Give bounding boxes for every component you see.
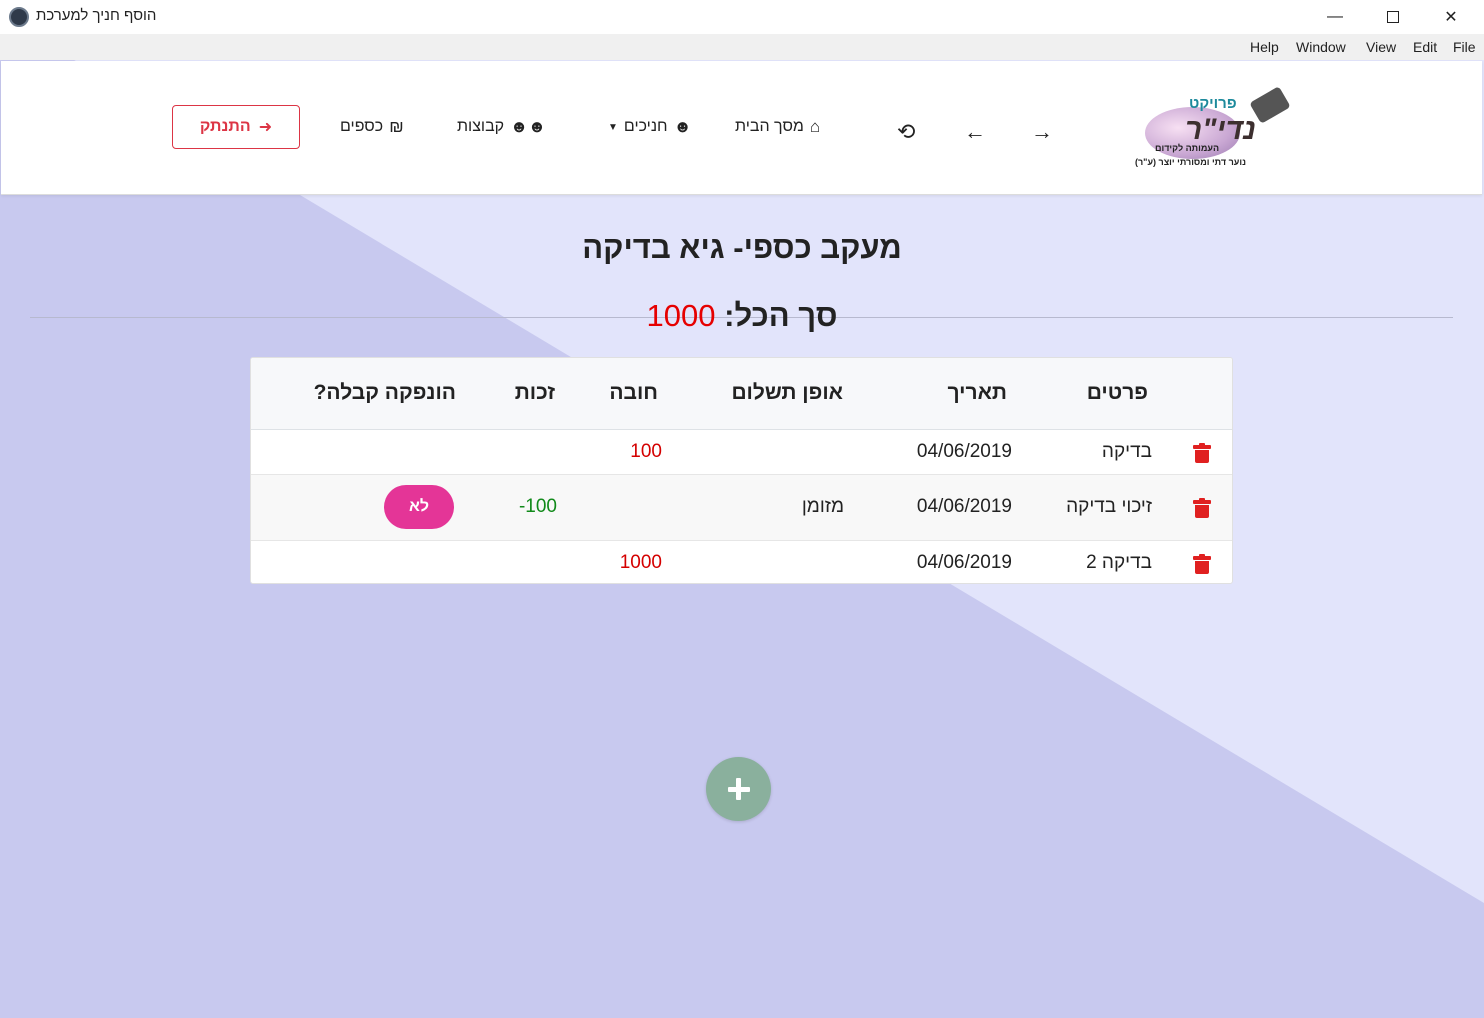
window-titlebar: הוסף חניך למערכת — ✕	[0, 0, 1484, 34]
table-row: זיכוי בדיקה 04/06/2019 מזומן 100- לא	[251, 475, 1232, 541]
cell-date: 04/06/2019	[916, 496, 1012, 517]
logo-brand-top: פרויקט	[1189, 95, 1237, 112]
menu-edit[interactable]: Edit	[1413, 39, 1437, 55]
app-icon	[9, 7, 29, 27]
cell-payment-method: מזומן	[801, 496, 844, 517]
close-button[interactable]: ✕	[1428, 0, 1474, 34]
menu-window[interactable]: Window	[1296, 39, 1346, 55]
table-row: בדיקה 2 04/06/2019 1000	[251, 541, 1232, 583]
cell-details: בדיקה 2	[1086, 552, 1152, 573]
shekel-icon: ₪	[389, 117, 404, 136]
back-arrow-icon[interactable]: ←	[964, 119, 986, 145]
header-credit: זכות	[514, 381, 555, 404]
nav-groups-label: קבוצות	[457, 118, 505, 135]
cell-date: 04/06/2019	[916, 552, 1012, 573]
nav-trainees-label: חניכים	[623, 118, 668, 135]
close-icon: ✕	[1444, 9, 1458, 26]
header-receipt: הונפקה קבלה?	[313, 381, 456, 404]
window-title: הוסף חניך למערכת	[36, 7, 157, 24]
menu-help[interactable]: Help	[1250, 39, 1279, 55]
nav-groups[interactable]: ☻☻ קבוצות	[457, 117, 546, 137]
logo-tagline-2: נוער דתי ומסורתי יוצר (ע"ר)	[1135, 157, 1246, 167]
logo[interactable]: פרויקט נדי"ר העמותה לקידום נוער דתי ומסו…	[1125, 85, 1295, 175]
navbar: פרויקט נדי"ר העמותה לקידום נוער דתי ומסו…	[1, 61, 1482, 195]
header-debt: חובה	[609, 381, 658, 404]
maximize-icon	[1387, 11, 1399, 23]
header-payment-method: אופן תשלום	[731, 381, 843, 404]
logout-label: התנתק	[199, 118, 251, 135]
total-summary: סך הכל: 1000	[0, 298, 1484, 334]
app-content: פרויקט נדי"ר העמותה לקידום נוער דתי ומסו…	[0, 60, 1484, 1018]
cell-credit: 100-	[518, 496, 557, 517]
total-label: סך הכל:	[724, 298, 838, 333]
finance-table: פרטים תאריך אופן תשלום חובה זכות הונפקה …	[250, 357, 1233, 584]
cell-details: זיכוי בדיקה	[1066, 496, 1152, 517]
nav-trainees-dropdown[interactable]: ☻ חניכים ▼	[608, 117, 691, 137]
page-title: מעקב כספי- גיא בדיקה	[582, 230, 902, 265]
menu-view[interactable]: View	[1366, 39, 1396, 55]
sign-out-icon: ➜	[258, 119, 273, 136]
maximize-button[interactable]	[1370, 0, 1416, 34]
nav-money-label: כספים	[340, 118, 384, 135]
menu-bar: Help Window View Edit File	[0, 34, 1484, 60]
cell-debt: 1000	[619, 552, 662, 573]
cell-details: בדיקה	[1101, 441, 1152, 462]
minimize-button[interactable]: —	[1312, 0, 1358, 34]
user-icon: ☻	[673, 117, 692, 136]
table-row: בדיקה 04/06/2019 100	[251, 430, 1232, 475]
cell-debt: 100	[630, 441, 662, 462]
nav-home[interactable]: ⌂ מסך הבית	[735, 117, 820, 137]
menu-file[interactable]: File	[1453, 39, 1476, 55]
minimize-icon: —	[1327, 8, 1343, 25]
home-icon: ⌂	[809, 117, 821, 136]
receipt-status-button[interactable]: לא	[384, 485, 454, 529]
caret-down-icon: ▼	[608, 121, 618, 133]
trash-icon[interactable]	[1193, 443, 1211, 463]
header-details: פרטים	[1086, 381, 1148, 404]
users-icon: ☻☻	[510, 117, 546, 136]
forward-arrow-icon[interactable]: →	[1031, 119, 1053, 145]
logout-button[interactable]: ➜ התנתק	[172, 105, 300, 149]
total-value: 1000	[646, 298, 716, 333]
logo-tagline-1: העמותה לקידום	[1155, 143, 1220, 153]
table-header: פרטים תאריך אופן תשלום חובה זכות הונפקה …	[251, 358, 1232, 430]
nav-home-label: מסך הבית	[735, 118, 804, 135]
trash-icon[interactable]	[1193, 554, 1211, 574]
cell-date: 04/06/2019	[916, 441, 1012, 462]
trash-icon[interactable]	[1193, 498, 1211, 518]
logo-brand-main: נדי"ר	[1185, 113, 1256, 146]
nav-money[interactable]: ₪ כספים	[340, 117, 404, 137]
header-date: תאריך	[947, 381, 1007, 404]
refresh-icon[interactable]: ⟲	[897, 119, 915, 145]
add-transaction-button[interactable]	[706, 757, 771, 821]
